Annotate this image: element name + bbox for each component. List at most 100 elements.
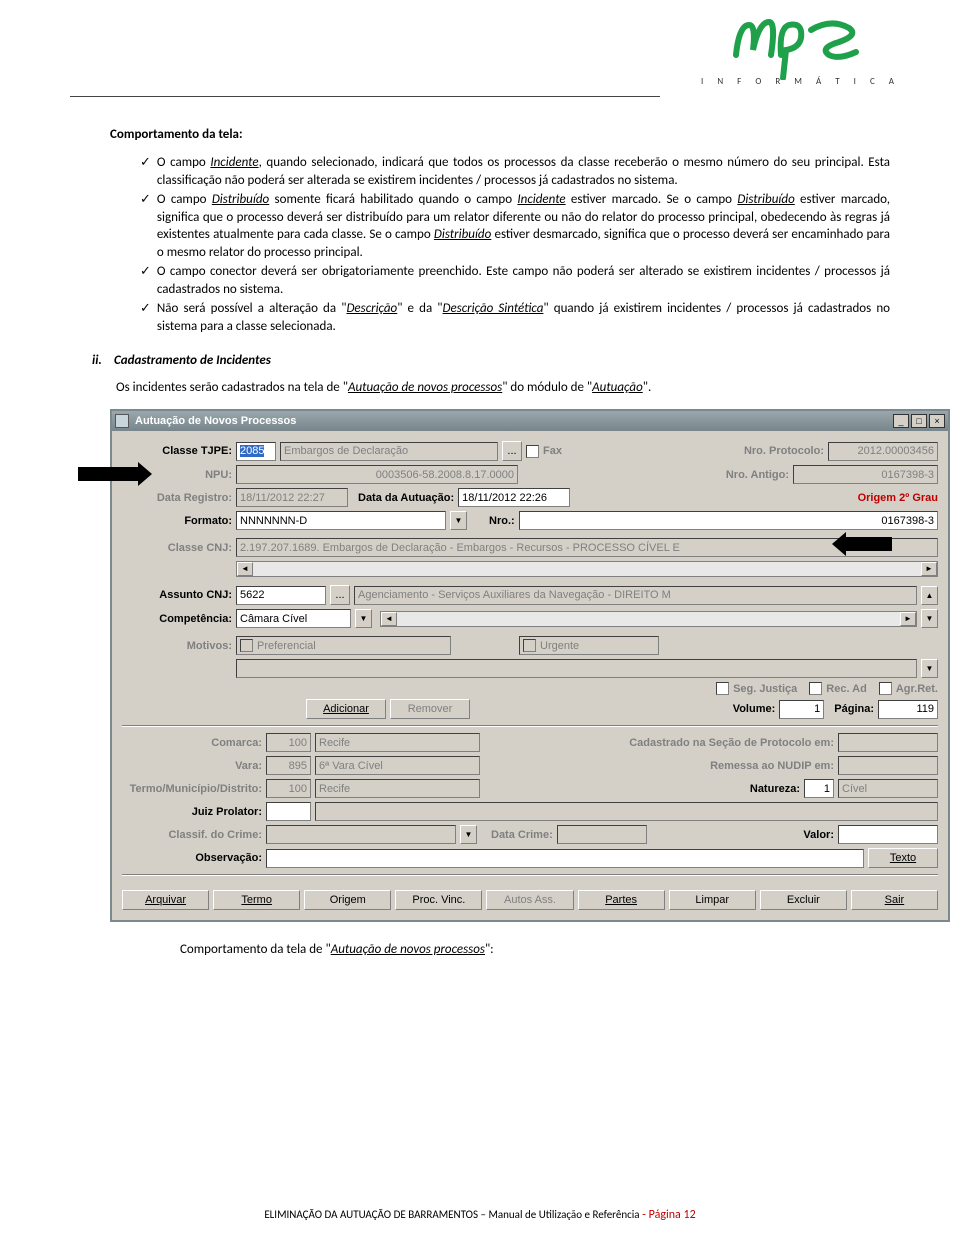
datacrime-label: Data Crime: [491, 829, 553, 841]
protocolo-field: 2012.00003456 [828, 442, 938, 461]
close-button[interactable]: × [929, 414, 945, 428]
classe-txt-field: Embargos de Declaração [280, 442, 498, 461]
dataaut-field[interactable]: 18/11/2012 22:26 [458, 488, 570, 507]
bullet-3: ✓O campo conector deverá ser obrigatoria… [140, 263, 890, 298]
remover-button: Remover [390, 699, 470, 719]
logo-text: I N F O R M Á T I C A [701, 76, 900, 87]
formato-field[interactable]: NNNNNNN-D [236, 511, 446, 530]
intro-text: Os incidentes serão cadastrados na tela … [116, 380, 890, 395]
nro-label: Nro.: [489, 515, 515, 527]
formato-dropdown[interactable]: ▼ [450, 511, 467, 530]
remnudip-label: Remessa ao NUDIP em: [710, 760, 834, 772]
volume-label: Volume: [733, 703, 776, 715]
fax-label: Fax [543, 445, 562, 457]
texto-button[interactable]: Texto [868, 848, 938, 868]
comp-label: Competência: [122, 613, 232, 625]
natureza-label: Natureza: [750, 783, 800, 795]
autosass-button: Autos Ass. [486, 890, 573, 910]
limpar-button[interactable]: Limpar [669, 890, 756, 910]
obs-label: Observação: [122, 852, 262, 864]
segjust-checkbox[interactable] [716, 682, 729, 695]
classe-lookup-button[interactable]: ... [502, 441, 522, 461]
window: Autuação de Novos Processos _ □ × Classe… [110, 409, 950, 922]
juiz-cod-field[interactable] [266, 802, 311, 821]
antigo-field: 0167398-3 [793, 465, 938, 484]
sair-button[interactable]: Sair [851, 890, 938, 910]
comarca-cod-field: 100 [266, 733, 311, 752]
datacrime-field [557, 825, 647, 844]
procvinc-button[interactable]: Proc. Vinc. [395, 890, 482, 910]
urgente-box: Urgente [519, 636, 659, 655]
titlebar: Autuação de Novos Processos _ □ × [112, 411, 948, 431]
assunto-cod-field[interactable]: 5622 [236, 586, 326, 605]
classecnj-label: Classe CNJ: [122, 542, 232, 554]
comarca-label: Comarca: [122, 737, 262, 749]
motivos-dropdown[interactable]: ▼ [921, 659, 938, 678]
comarca-txt-field: Recife [315, 733, 480, 752]
vara-label: Vara: [122, 760, 262, 772]
fax-checkbox[interactable] [526, 445, 539, 458]
below-text: Comportamento da tela de "Autuação de no… [180, 942, 890, 957]
maximize-button[interactable]: □ [911, 414, 927, 428]
classif-dropdown: ▼ [460, 825, 477, 844]
datareg-label: Data Registro: [122, 492, 232, 504]
classe-label: Classe TJPE: [122, 445, 232, 457]
agrret-checkbox[interactable] [879, 682, 892, 695]
datareg-field: 18/11/2012 22:27 [236, 488, 348, 507]
obs-field[interactable] [266, 849, 864, 868]
partes-button[interactable]: Partes [578, 890, 665, 910]
recad-checkbox[interactable] [809, 682, 822, 695]
cadprot-label: Cadastrado na Seção de Protocolo em: [629, 737, 834, 749]
termo-button[interactable]: Termo [213, 890, 300, 910]
assunto-up[interactable]: ▲ [921, 586, 938, 605]
juiz-label: Juiz Prolator: [122, 806, 262, 818]
assunto-txt-field: Agenciamento - Serviços Auxiliares da Na… [354, 586, 917, 605]
cadprot-field [838, 733, 938, 752]
assunto-scroll[interactable]: ◄► [380, 611, 917, 627]
motivos-label: Motivos: [122, 640, 232, 652]
volume-field[interactable]: 1 [779, 700, 824, 719]
remnudip-field [838, 756, 938, 775]
termo-cod-field: 100 [266, 779, 311, 798]
origem-label: Origem 2º Grau [858, 492, 938, 504]
comp-dropdown[interactable]: ▼ [355, 609, 372, 628]
termo-label: Termo/Município/Distrito: [122, 783, 262, 795]
bullet-2: ✓O campo Distribuído somente ficará habi… [140, 191, 890, 261]
excluir-button[interactable]: Excluir [760, 890, 847, 910]
classif-label: Classif. do Crime: [122, 829, 262, 841]
juiz-txt-field [315, 802, 938, 821]
bullet-1: ✓O campo Incidente, quando selecionado, … [140, 154, 890, 189]
arquivar-button[interactable]: Arquivar [122, 890, 209, 910]
formato-label: Formato: [122, 515, 232, 527]
valor-field[interactable] [838, 825, 938, 844]
nro-field[interactable]: 0167398-3 [519, 511, 938, 530]
origem-button[interactable]: Origem [304, 890, 391, 910]
assunto-label: Assunto CNJ: [122, 589, 232, 601]
arrow-left-icon [78, 467, 138, 481]
npu-field: 0003506-58.2008.8.17.0000 [236, 465, 518, 484]
bullet-4: ✓Não será possível a alteração da "Descr… [140, 300, 890, 335]
classe-cod-field[interactable]: 2085 [236, 442, 276, 461]
pagina-label: Página: [834, 703, 874, 715]
pagina-field[interactable]: 119 [878, 700, 938, 719]
urgente-checkbox [523, 639, 536, 652]
assunto-down[interactable]: ▼ [921, 609, 938, 628]
protocolo-label: Nro. Protocolo: [744, 445, 824, 457]
nat-txt-field: Cível [838, 779, 938, 798]
screenshot-container: Autuação de Novos Processos _ □ × Classe… [110, 409, 890, 922]
minimize-button[interactable]: _ [893, 414, 909, 428]
assunto-lookup-button[interactable]: ... [330, 585, 350, 605]
nat-cod-field[interactable]: 1 [804, 779, 834, 798]
window-title: Autuação de Novos Processos [135, 415, 891, 427]
adicionar-button[interactable]: Adicionar [306, 699, 386, 719]
preferencial-checkbox [240, 639, 253, 652]
comp-field[interactable]: Câmara Cível [236, 609, 351, 628]
sub-item-ii: ii.Cadastramento de Incidentes [92, 353, 890, 368]
logo: I N F O R M Á T I C A [701, 10, 900, 87]
classecnj-scroll[interactable]: ◄► [236, 561, 938, 577]
vara-cod-field: 895 [266, 756, 311, 775]
antigo-label: Nro. Antigo: [726, 469, 789, 481]
page-footer: ELIMINAÇÃO DA AUTUAÇÃO DE BARRAMENTOS – … [0, 1208, 960, 1222]
classif-field [266, 825, 456, 844]
header-rule [70, 96, 660, 97]
